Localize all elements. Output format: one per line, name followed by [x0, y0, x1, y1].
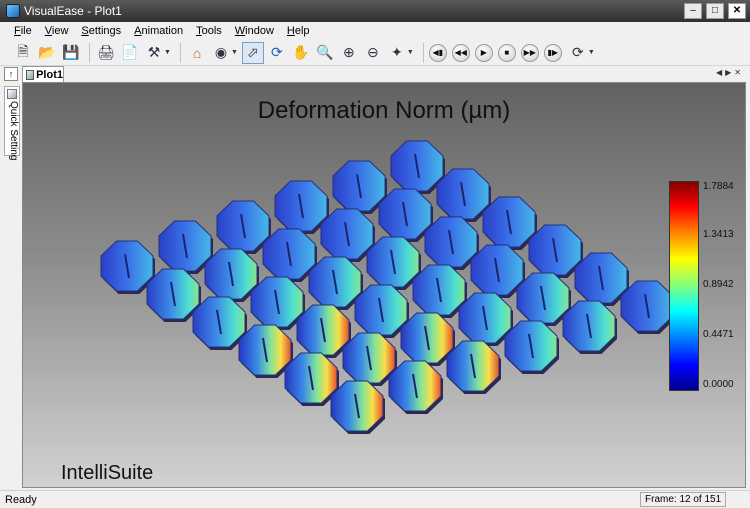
settings-tools-icon[interactable]: ⚒	[143, 42, 165, 64]
maximize-button[interactable]: □	[706, 3, 724, 19]
colorbar-label-max: 1.7884	[703, 181, 734, 192]
first-frame-icon[interactable]: ◀▮	[428, 43, 447, 62]
stop-icon[interactable]: ■	[497, 43, 516, 62]
save-icon[interactable]: 💾	[60, 42, 82, 64]
open-icon[interactable]: 📂	[36, 42, 58, 64]
pick-dropdown-icon[interactable]: ▼	[407, 49, 414, 56]
quick-setting-label: Quick Setting	[8, 101, 19, 161]
color-legend-bar	[669, 181, 699, 391]
zoom-in-icon[interactable]: ⊕	[338, 42, 360, 64]
pin-icon[interactable]: ↑	[4, 67, 18, 81]
menu-settings[interactable]: Settings	[81, 25, 121, 37]
menu-bar: File View Settings Animation Tools Windo…	[0, 22, 750, 40]
document-tab-row: ↑ Plot1 ◀▶✕	[0, 66, 750, 82]
binoculars-icon[interactable]: ◉	[210, 42, 232, 64]
select-arrow-icon[interactable]: ⬀	[241, 41, 264, 64]
zoom-out-icon[interactable]: ⊖	[362, 42, 384, 64]
tab-navigation-icons[interactable]: ◀▶✕	[716, 68, 744, 77]
rewind-icon[interactable]: ◀◀	[451, 43, 470, 62]
app-icon	[6, 4, 20, 18]
loop-dropdown-icon[interactable]: ▼	[588, 49, 595, 56]
window-title: VisualEase - Plot1	[24, 4, 122, 18]
menu-animation[interactable]: Animation	[134, 25, 183, 37]
quick-setting-panel[interactable]: Quick Setting	[4, 86, 20, 160]
tab-label: Plot1	[36, 68, 63, 81]
loop-icon[interactable]: ⟳	[567, 42, 589, 64]
print-preview-icon[interactable]: 📄	[119, 42, 141, 64]
tab-plot1[interactable]: Plot1	[22, 66, 64, 82]
toolbar: 🗎 📂 💾 🖨 📄 ⚒ ▼ ⌂ ◉ ▼ ⬀ ⟳ ✋ 🔍 ⊕ ⊖ ✦ ▼ ◀▮ ◀…	[0, 40, 750, 66]
colorbar-label: 1.3413	[703, 229, 734, 240]
zoom-icon[interactable]: 🔍	[314, 42, 336, 64]
status-text: Ready	[5, 493, 37, 506]
menu-tools[interactable]: Tools	[196, 25, 222, 37]
play-icon[interactable]: ▶	[474, 43, 493, 62]
mirror-array-render	[100, 140, 675, 434]
intellisuite-brand: IntelliSuite	[61, 462, 154, 484]
settings-dropdown-icon[interactable]: ▼	[164, 49, 171, 56]
close-button[interactable]: ✕	[728, 3, 746, 19]
print-icon[interactable]: 🖨	[95, 42, 117, 64]
pan-hand-icon[interactable]: ✋	[290, 42, 312, 64]
last-frame-icon[interactable]: ▮▶	[543, 43, 562, 62]
toolbar-separator	[422, 42, 424, 63]
minimize-button[interactable]: –	[684, 3, 702, 19]
status-bar: Ready Frame: 12 of 151	[0, 490, 750, 508]
title-bar: VisualEase - Plot1 – □ ✕	[0, 0, 750, 22]
view-dropdown-icon[interactable]: ▼	[231, 49, 238, 56]
toolbar-separator	[179, 42, 181, 63]
menu-window[interactable]: Window	[235, 25, 274, 37]
rotate-icon[interactable]: ⟳	[266, 42, 288, 64]
pick-icon[interactable]: ✦	[386, 42, 408, 64]
toolbar-separator	[89, 42, 90, 63]
fast-forward-icon[interactable]: ▶▶	[520, 43, 539, 62]
quick-setting-icon	[7, 89, 17, 99]
menu-file[interactable]: File	[14, 25, 32, 37]
new-icon[interactable]: 🗎	[12, 42, 34, 64]
menu-view[interactable]: View	[45, 25, 69, 37]
plot-tab-icon	[26, 69, 35, 80]
colorbar-label: 0.8942	[703, 279, 734, 290]
colorbar-label: 0.4471	[703, 329, 734, 340]
home-icon[interactable]: ⌂	[186, 42, 208, 64]
menu-help[interactable]: Help	[287, 25, 310, 37]
frame-counter: Frame: 12 of 151	[640, 492, 727, 507]
colorbar-label-min: 0.0000	[703, 379, 734, 390]
plot-viewport[interactable]: Deformation Norm (µm) 1.7884 1.3413 0.89…	[22, 82, 746, 488]
